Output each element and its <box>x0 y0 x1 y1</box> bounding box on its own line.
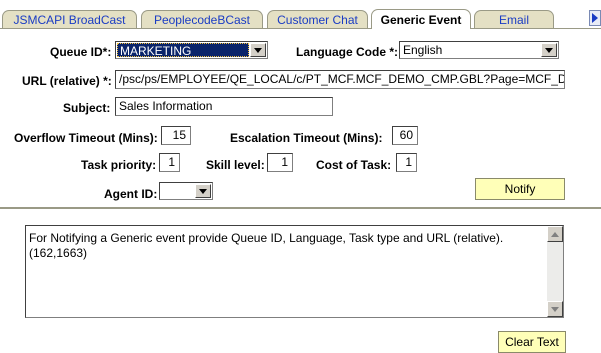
language-code-label: Language Code *: <box>296 45 399 59</box>
scroll-down-button[interactable] <box>547 301 563 317</box>
clear-text-button[interactable]: Clear Text <box>498 331 566 353</box>
queue-id-value: MARKETING <box>117 43 249 57</box>
agent-id-label: Agent ID: <box>104 187 158 201</box>
cost-of-task-label: Cost of Task: <box>316 158 392 172</box>
chevron-down-icon[interactable] <box>250 43 266 57</box>
scroll-up-button[interactable] <box>547 226 563 242</box>
agent-id-value <box>161 184 194 198</box>
chevron-down-icon[interactable] <box>195 184 211 198</box>
section-divider <box>0 207 601 209</box>
output-textarea[interactable]: For Notifying a Generic event provide Qu… <box>25 225 564 318</box>
tab-generic-event[interactable]: Generic Event <box>371 9 471 29</box>
tab-jsmcapi-broadcast[interactable]: JSMCAPI BroadCast <box>2 10 137 29</box>
output-text: For Notifying a Generic event provide Qu… <box>29 231 504 260</box>
language-code-value: English <box>403 43 443 57</box>
subject-input[interactable]: Sales Information <box>115 97 333 116</box>
task-priority-label: Task priority: <box>81 158 157 172</box>
overflow-timeout-input[interactable]: 15 <box>161 126 191 145</box>
tab-underline <box>0 28 601 29</box>
chevron-down-icon[interactable] <box>541 43 557 57</box>
notify-button[interactable]: Notify <box>475 178 565 200</box>
output-scrollbar[interactable] <box>547 226 563 317</box>
triangle-right-icon <box>592 13 598 23</box>
tab-peoplecode-bcast[interactable]: PeoplecodeBCast <box>141 10 263 29</box>
tab-customer-chat[interactable]: Customer Chat <box>267 10 368 29</box>
url-input[interactable]: /psc/ps/EMPLOYEE/QE_LOCAL/c/PT_MCF.MCF_D… <box>115 70 565 89</box>
tab-email[interactable]: Email <box>474 10 554 29</box>
overflow-timeout-label: Overflow Timeout (Mins): <box>14 131 158 145</box>
triangle-up-icon <box>551 231 559 237</box>
escalation-timeout-input[interactable]: 60 <box>392 126 418 145</box>
language-code-select[interactable]: English <box>399 41 559 59</box>
agent-id-select[interactable] <box>159 182 213 200</box>
subject-label: Subject: <box>63 101 111 115</box>
task-priority-input[interactable]: 1 <box>159 153 180 172</box>
escalation-timeout-label: Escalation Timeout (Mins): <box>230 131 383 145</box>
tab-scroll-right-button[interactable] <box>589 10 601 26</box>
tab-bar: JSMCAPI BroadCast PeoplecodeBCast Custom… <box>0 0 601 29</box>
triangle-down-icon <box>551 306 559 312</box>
url-label: URL (relative) *: <box>22 74 112 88</box>
skill-level-input[interactable]: 1 <box>267 153 293 172</box>
skill-level-label: Skill level: <box>206 158 265 172</box>
cost-of-task-input[interactable]: 1 <box>396 153 417 172</box>
queue-id-label: Queue ID*: <box>50 45 112 59</box>
queue-id-select[interactable]: MARKETING <box>115 41 268 59</box>
